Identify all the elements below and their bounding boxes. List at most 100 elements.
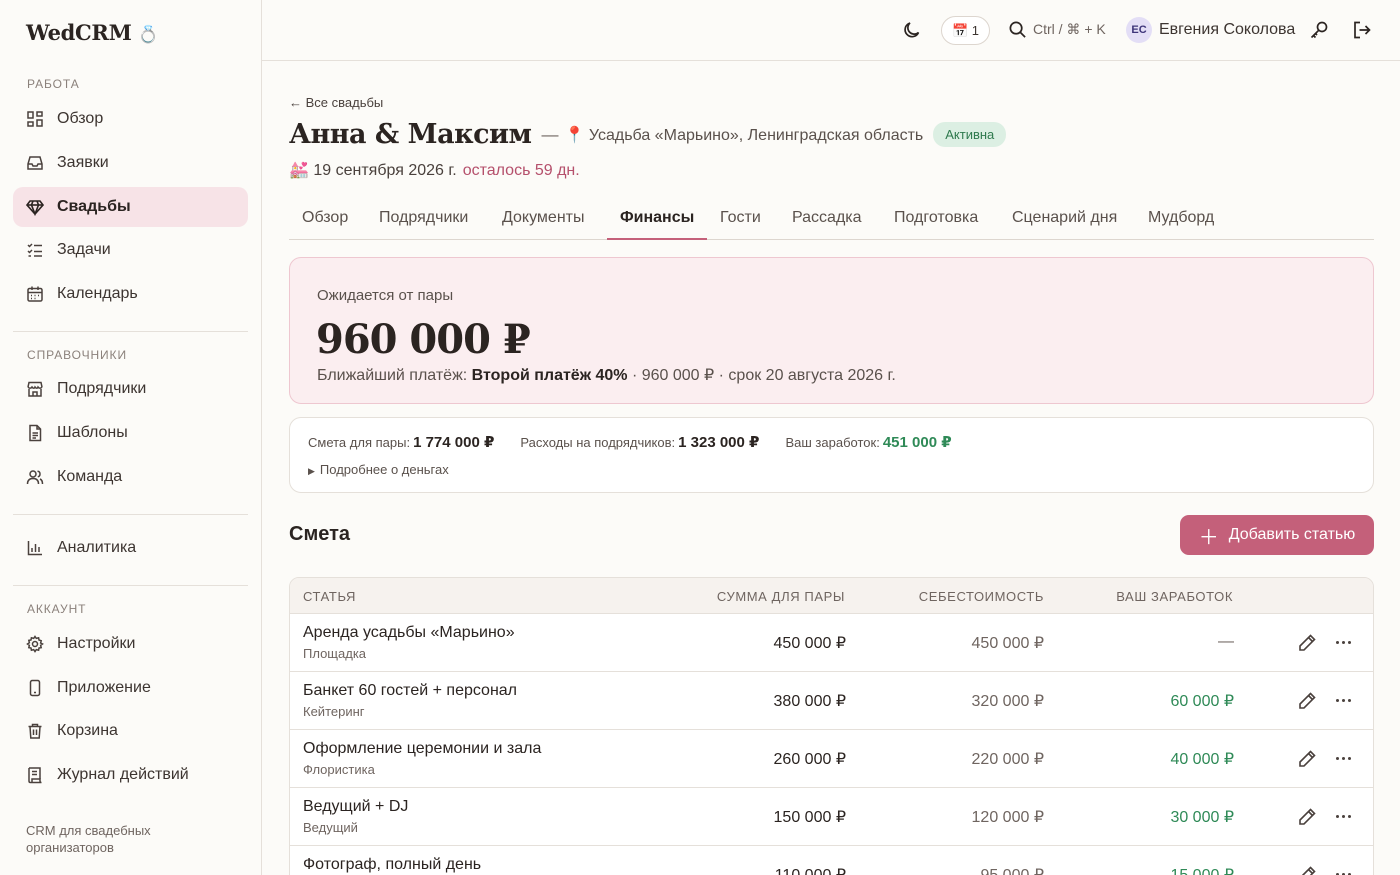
calendar-events-badge[interactable]: 📅 1 <box>941 16 990 45</box>
tab-seating[interactable]: Рассадка <box>792 209 862 240</box>
next-payment-name: Второй платёж 40% <box>471 367 628 384</box>
more-options-icon[interactable] <box>1334 633 1353 652</box>
trash-icon <box>26 722 44 740</box>
expected-amount: 960 000 ₽ <box>316 316 531 363</box>
item-price: 260 000 ₽ <box>773 751 846 768</box>
status-badge: Активна <box>933 122 1007 147</box>
dashboard-icon <box>26 110 44 128</box>
back-to-weddings-link[interactable]: ← Все свадьбы <box>289 95 383 110</box>
pencil-icon[interactable] <box>1298 807 1317 826</box>
sidebar-item-label: Календарь <box>57 285 138 302</box>
expenses-value: 1 323 000 ₽ <box>678 434 760 451</box>
table-row[interactable]: Аренда усадьбы «Марьино» Площадка 450 00… <box>290 614 1373 672</box>
log-icon <box>26 766 44 784</box>
key-icon[interactable] <box>1309 20 1329 40</box>
sidebar-item-weddings[interactable]: Свадьбы <box>13 187 248 227</box>
user-menu[interactable]: ЕС Евгения Соколова <box>1126 17 1295 43</box>
search-icon <box>1009 21 1026 38</box>
table-row[interactable]: Оформление церемонии и зала Флористика 2… <box>290 730 1373 788</box>
sidebar-item-templates[interactable]: Шаблоны <box>13 413 248 453</box>
item-earnings: 15 000 ₽ <box>1054 865 1234 875</box>
nav-section-directories: Справочники <box>27 348 127 362</box>
item-name: Ведущий + DJ <box>303 798 409 815</box>
store-icon <box>26 380 44 398</box>
sidebar-item-requests[interactable]: Заявки <box>13 143 248 183</box>
tab-overview[interactable]: Обзор <box>302 209 348 240</box>
expenses-label: Расходы на подрядчиков: <box>520 435 676 450</box>
next-payment-details: · 960 000 ₽ · срок 20 августа 2026 г. <box>631 367 896 384</box>
search-shortcut[interactable]: Ctrl / ⌘ + K <box>1008 20 1106 39</box>
estimate-table: Статья Сумма для пары Себестоимость Ваш … <box>289 577 1374 875</box>
pencil-icon[interactable] <box>1298 633 1317 652</box>
tab-day-scenario[interactable]: Сценарий дня <box>1012 209 1117 240</box>
item-price: 380 000 ₽ <box>773 693 846 710</box>
more-options-icon[interactable] <box>1334 749 1353 768</box>
sidebar-item-settings[interactable]: Настройки <box>13 624 248 664</box>
sidebar-item-team[interactable]: Команда <box>13 457 248 497</box>
table-row[interactable]: Фотограф, полный день 110 000 ₽ 95 000 ₽… <box>290 846 1373 875</box>
sidebar-item-vendors[interactable]: Подрядчики <box>13 369 248 409</box>
app-logo[interactable]: WedCRM 💍 <box>26 20 159 45</box>
topbar: 📅 1 Ctrl / ⌘ + K ЕС Евгения Соколова <box>262 0 1400 61</box>
bar-chart-icon <box>26 539 44 557</box>
tab-moodboard[interactable]: Мудборд <box>1148 209 1214 240</box>
gear-icon <box>26 635 44 653</box>
item-category: Флористика <box>303 762 375 777</box>
next-payment: Ближайший платёж: Второй платёж 40% · 96… <box>317 365 896 385</box>
pencil-icon[interactable] <box>1298 865 1317 875</box>
more-options-icon[interactable] <box>1334 807 1353 826</box>
venue-location: 📍 Усадьба «Марьино», Ленинградская облас… <box>564 126 924 144</box>
column-header-item: Статья <box>303 589 356 604</box>
item-earnings: 40 000 ₽ <box>1170 751 1234 768</box>
pencil-icon[interactable] <box>1298 691 1317 710</box>
pencil-icon[interactable] <box>1298 749 1317 768</box>
item-category: Кейтеринг <box>303 704 365 719</box>
sidebar-item-label: Задачи <box>57 241 111 258</box>
item-category: Ведущий <box>303 820 358 835</box>
tab-guests[interactable]: Гости <box>720 209 761 240</box>
sidebar-item-label: Шаблоны <box>57 424 128 441</box>
item-earnings: 30 000 ₽ <box>1170 809 1234 826</box>
tab-documents[interactable]: Документы <box>502 209 584 240</box>
money-summary-row: Смета для пары: 1 774 000 ₽ Расходы на по… <box>308 433 978 451</box>
ring-icon: 💍 <box>137 25 159 45</box>
moon-icon[interactable] <box>902 20 922 40</box>
sidebar-item-calendar[interactable]: Календарь <box>13 274 248 314</box>
disclosure-triangle-icon: ▶ <box>308 466 315 476</box>
money-details-toggle[interactable]: ▶ Подробнее о деньгах <box>308 462 449 477</box>
logout-icon[interactable] <box>1352 20 1372 40</box>
sidebar-item-label: Журнал действий <box>57 766 189 783</box>
tab-vendors[interactable]: Подрядчики <box>379 209 468 240</box>
search-hint: Ctrl / ⌘ + K <box>1033 21 1106 37</box>
wedding-date: 💒 19 сентября 2026 г. <box>289 162 457 179</box>
sidebar-item-activity-log[interactable]: Журнал действий <box>13 755 248 795</box>
tab-preparation[interactable]: Подготовка <box>894 209 978 240</box>
table-row[interactable]: Ведущий + DJ Ведущий 150 000 ₽ 120 000 ₽… <box>290 788 1373 846</box>
column-header-cost: Себестоимость <box>918 589 1044 604</box>
title-separator: — <box>541 124 559 144</box>
days-remaining: осталось 59 дн. <box>462 162 580 179</box>
sidebar-item-trash[interactable]: Корзина <box>13 711 248 751</box>
plus-icon: ＋ <box>1198 526 1219 549</box>
avatar: ЕС <box>1126 17 1152 43</box>
inbox-icon <box>26 154 44 172</box>
sidebar-item-overview[interactable]: Обзор <box>13 99 248 139</box>
user-name: Евгения Соколова <box>1159 21 1296 38</box>
tasks-icon <box>26 241 44 259</box>
calendar-icon <box>26 285 44 303</box>
sidebar-item-tasks[interactable]: Задачи <box>13 230 248 270</box>
expected-payment-card: Ожидается от пары 960 000 ₽ Ближайший пл… <box>289 257 1374 404</box>
more-options-icon[interactable] <box>1334 865 1353 875</box>
table-row[interactable]: Банкет 60 гостей + персонал Кейтеринг 38… <box>290 672 1373 730</box>
add-item-button[interactable]: ＋ Добавить статью <box>1180 515 1374 555</box>
sidebar-item-label: Настройки <box>57 635 136 652</box>
expected-label: Ожидается от пары <box>317 287 454 304</box>
money-summary-card: Смета для пары: 1 774 000 ₽ Расходы на по… <box>289 417 1374 493</box>
earnings-summary: Ваш заработок: 451 000 ₽ <box>785 433 951 451</box>
column-header-price: Сумма для пары <box>716 589 845 604</box>
more-options-icon[interactable] <box>1334 691 1353 710</box>
sidebar-item-app[interactable]: Приложение <box>13 668 248 708</box>
tab-finance[interactable]: Финансы <box>607 209 708 240</box>
sidebar-item-label: Обзор <box>57 110 104 127</box>
sidebar-item-analytics[interactable]: Аналитика <box>13 528 248 568</box>
